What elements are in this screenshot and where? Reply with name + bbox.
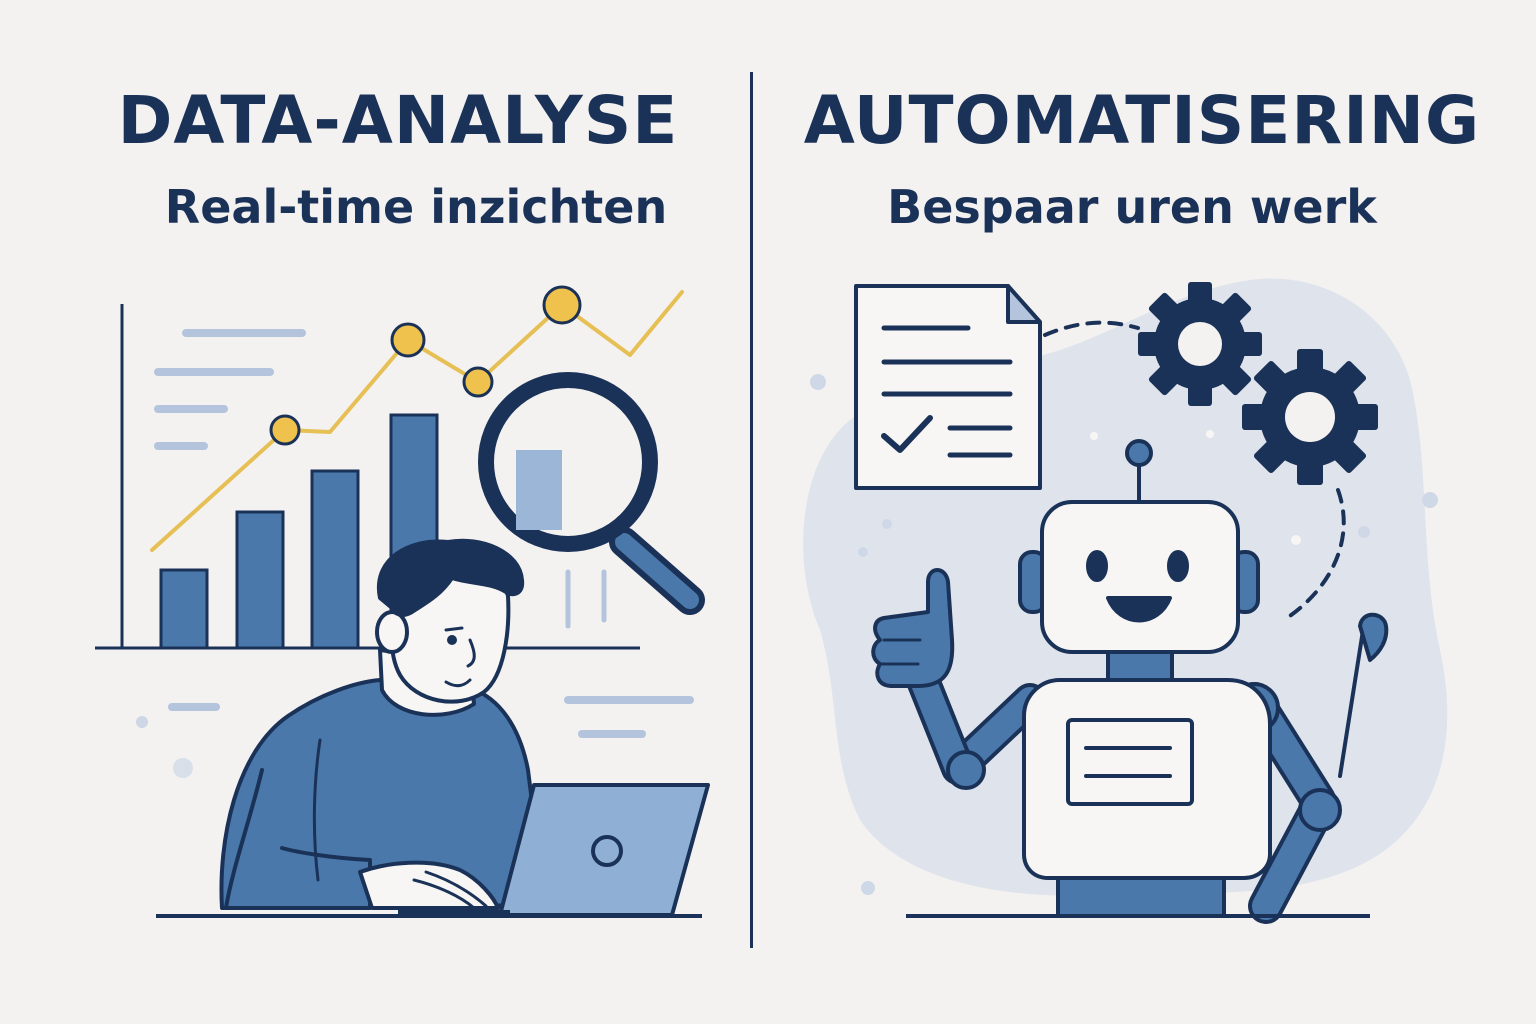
document-check-icon xyxy=(854,284,1042,490)
gear-icon xyxy=(1242,349,1378,485)
automation-illustration xyxy=(803,278,1448,924)
gear-icon xyxy=(1138,282,1262,406)
